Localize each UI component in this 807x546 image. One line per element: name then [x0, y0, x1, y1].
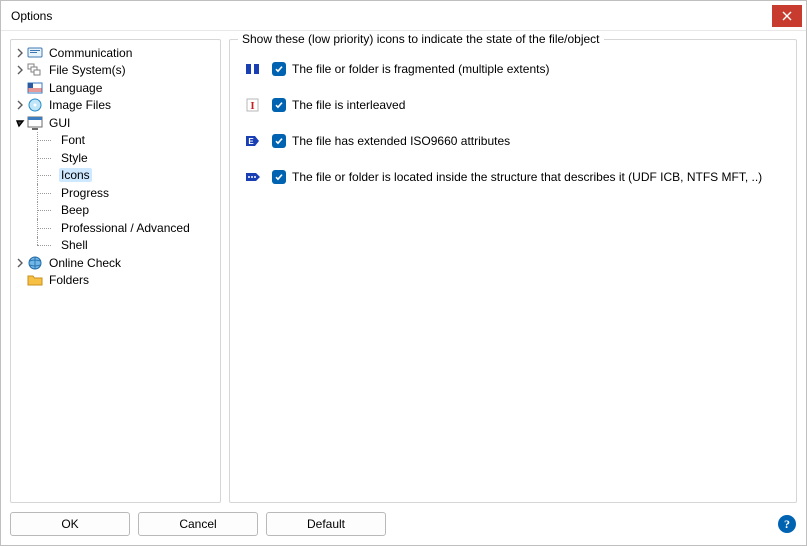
- tree-item-label: Language: [47, 81, 104, 95]
- dialog-body: Communication File System(s) Language: [1, 31, 806, 503]
- window-title: Options: [11, 9, 772, 23]
- tree-item-label: Shell: [59, 238, 90, 252]
- tree-item-label: Folders: [47, 273, 91, 287]
- tree-item-label: Style: [59, 151, 90, 165]
- tree-item-label: Image Files: [47, 98, 113, 112]
- titlebar: Options: [1, 1, 806, 31]
- button-label: OK: [61, 517, 78, 531]
- tree-item-label: Online Check: [47, 256, 123, 270]
- image-files-icon: [27, 97, 43, 113]
- options-dialog: Options Communication: [0, 0, 807, 546]
- language-icon: [27, 80, 43, 96]
- tree-item-label: Icons: [59, 168, 92, 182]
- checkbox-fragmented[interactable]: [272, 62, 286, 76]
- svg-text:E: E: [248, 137, 254, 146]
- tree-item-style[interactable]: Style: [13, 149, 218, 167]
- category-tree[interactable]: Communication File System(s) Language: [10, 39, 221, 503]
- button-label: Cancel: [179, 517, 216, 531]
- tree-item-label: Beep: [59, 203, 91, 217]
- option-inside-structure: The file or folder is located inside the…: [244, 166, 786, 188]
- option-label: The file or folder is located inside the…: [292, 170, 762, 184]
- tree-item-professional-advanced[interactable]: Professional / Advanced: [13, 219, 218, 237]
- ok-button[interactable]: OK: [10, 512, 130, 536]
- tree-item-label: Font: [59, 133, 87, 147]
- close-button[interactable]: [772, 5, 802, 27]
- interleaved-icon: I: [244, 98, 262, 112]
- tree-item-label: Communication: [47, 46, 134, 60]
- tree-item-label: Professional / Advanced: [59, 221, 192, 235]
- option-iso9660: E The file has extended ISO9660 attribut…: [244, 130, 786, 152]
- default-button[interactable]: Default: [266, 512, 386, 536]
- iso9660-icon: E: [244, 134, 262, 148]
- expander-icon[interactable]: [13, 46, 27, 60]
- option-label: The file has extended ISO9660 attributes: [292, 134, 510, 148]
- checkbox-inside-structure[interactable]: [272, 170, 286, 184]
- inside-structure-icon: [244, 170, 262, 184]
- tree-item-image-files[interactable]: Image Files: [13, 97, 218, 115]
- fragmented-icon: [244, 62, 262, 76]
- tree-item-beep[interactable]: Beep: [13, 202, 218, 220]
- folders-icon: [27, 272, 43, 288]
- tree-item-label: GUI: [47, 116, 72, 130]
- option-label: The file is interleaved: [292, 98, 405, 112]
- help-icon: ?: [784, 517, 790, 532]
- gui-icon: [27, 115, 43, 131]
- tree-item-communication[interactable]: Communication: [13, 44, 218, 62]
- cancel-button[interactable]: Cancel: [138, 512, 258, 536]
- expander-icon[interactable]: [13, 98, 27, 112]
- expander-icon[interactable]: [13, 63, 27, 77]
- expander-icon[interactable]: [13, 116, 27, 130]
- tree-item-icons[interactable]: Icons: [13, 167, 218, 185]
- file-systems-icon: [27, 62, 43, 78]
- tree-item-language[interactable]: Language: [13, 79, 218, 97]
- tree-item-progress[interactable]: Progress: [13, 184, 218, 202]
- online-check-icon: [27, 255, 43, 271]
- option-fragmented: The file or folder is fragmented (multip…: [244, 58, 786, 80]
- tree-item-folders[interactable]: Folders: [13, 272, 218, 290]
- button-bar: OK Cancel Default ?: [1, 503, 806, 545]
- tree-item-font[interactable]: Font: [13, 132, 218, 150]
- option-label: The file or folder is fragmented (multip…: [292, 62, 549, 76]
- communication-icon: [27, 45, 43, 61]
- options-panel: Show these (low priority) icons to indic…: [229, 39, 797, 503]
- group-title: Show these (low priority) icons to indic…: [238, 32, 604, 46]
- checkbox-interleaved[interactable]: [272, 98, 286, 112]
- option-interleaved: I The file is interleaved: [244, 94, 786, 116]
- tree-item-label: Progress: [59, 186, 111, 200]
- tree-item-gui[interactable]: GUI: [13, 114, 218, 132]
- checkbox-iso9660[interactable]: [272, 134, 286, 148]
- help-button[interactable]: ?: [778, 515, 796, 533]
- tree-item-file-systems[interactable]: File System(s): [13, 62, 218, 80]
- svg-text:I: I: [250, 100, 254, 112]
- expander-icon[interactable]: [13, 256, 27, 270]
- tree-item-shell[interactable]: Shell: [13, 237, 218, 255]
- button-label: Default: [307, 517, 345, 531]
- tree-item-online-check[interactable]: Online Check: [13, 254, 218, 272]
- tree-item-label: File System(s): [47, 63, 128, 77]
- close-icon: [782, 11, 792, 21]
